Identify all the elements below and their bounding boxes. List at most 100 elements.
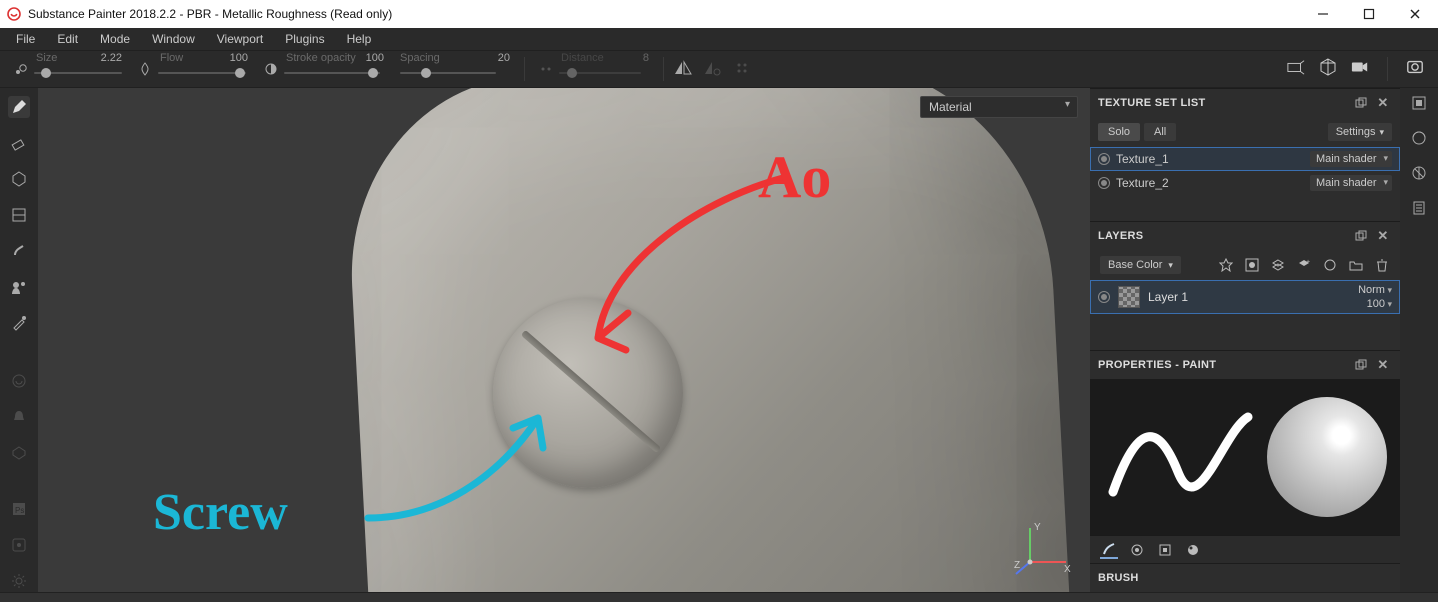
texture-set-solo-tab[interactable]: Solo xyxy=(1098,123,1140,141)
3d-viewport[interactable]: Ao Screw Material Y X Z xyxy=(38,88,1090,592)
stroke-opacity-slider[interactable] xyxy=(284,72,380,74)
size-control[interactable]: Size 2.22 xyxy=(8,51,128,87)
right-mini-rail xyxy=(1400,88,1438,592)
spacing-slider[interactable] xyxy=(400,72,496,74)
flow-icon xyxy=(138,62,152,76)
visibility-toggle-icon[interactable] xyxy=(1098,153,1110,165)
add-effect-button[interactable] xyxy=(1218,257,1234,273)
brush-panel: BRUSH xyxy=(1090,563,1400,592)
perspective-button[interactable] xyxy=(1287,58,1305,81)
spacing-control[interactable]: Spacing 20 xyxy=(394,51,516,87)
menu-viewport[interactable]: Viewport xyxy=(207,30,273,48)
panel-close-button[interactable]: ✕ xyxy=(1374,356,1392,374)
material-picker-tool-button[interactable] xyxy=(8,312,30,334)
svg-text:+: + xyxy=(1306,259,1310,266)
menu-mode[interactable]: Mode xyxy=(90,30,140,48)
visibility-toggle-icon[interactable] xyxy=(1098,177,1110,189)
menu-help[interactable]: Help xyxy=(337,30,382,48)
panel-close-button[interactable]: ✕ xyxy=(1374,94,1392,112)
flow-control[interactable]: Flow 100 xyxy=(132,51,254,87)
symmetry-radial-button[interactable] xyxy=(734,60,750,79)
layers-channel-dropdown[interactable]: Base Color▾ xyxy=(1100,256,1181,274)
clone-tool-button[interactable] xyxy=(8,276,30,298)
substance-source-icon[interactable] xyxy=(8,442,30,464)
texture-set-all-tab[interactable]: All xyxy=(1144,123,1176,141)
layer-row[interactable]: Layer 1 Norm 100 xyxy=(1090,280,1400,314)
history-log-button[interactable] xyxy=(1410,199,1428,222)
mesh-preview xyxy=(342,88,1075,592)
notifications-icon[interactable] xyxy=(8,406,30,428)
layer-name[interactable]: Layer 1 xyxy=(1148,290,1350,304)
texture-set-row[interactable]: Texture_2 Main shader xyxy=(1090,171,1400,195)
camera-button[interactable] xyxy=(1351,58,1369,81)
paint-tool-button[interactable] xyxy=(8,96,30,118)
texture-set-shader-dropdown[interactable]: Main shader xyxy=(1310,151,1392,167)
svg-text:Z: Z xyxy=(1014,560,1020,571)
window-close-button[interactable] xyxy=(1392,0,1438,28)
symmetry-x-button[interactable] xyxy=(674,60,692,79)
properties-tab-stencil[interactable] xyxy=(1156,541,1174,559)
stroke-opacity-value: 100 xyxy=(366,52,384,64)
smudge-tool-button[interactable] xyxy=(8,240,30,262)
shader-settings-button[interactable] xyxy=(1410,164,1428,187)
properties-tab-material[interactable] xyxy=(1184,541,1202,559)
rendering-mode-button[interactable] xyxy=(1319,58,1337,81)
spacing-label: Spacing xyxy=(400,52,440,64)
panel-close-button[interactable]: ✕ xyxy=(1374,227,1392,245)
texture-set-row[interactable]: Texture_1 Main shader xyxy=(1090,147,1400,171)
layer-thumbnail[interactable] xyxy=(1118,286,1140,308)
flow-value: 100 xyxy=(230,52,248,64)
add-mask-button[interactable] xyxy=(1244,257,1260,273)
stroke-opacity-control[interactable]: Stroke opacity 100 xyxy=(258,51,390,87)
size-slider[interactable] xyxy=(34,72,122,74)
window-minimize-button[interactable] xyxy=(1300,0,1346,28)
tool-rail: Ps xyxy=(0,88,38,592)
panel-undock-button[interactable] xyxy=(1352,94,1370,112)
texture-set-settings-dropdown[interactable]: Settings▾ xyxy=(1328,123,1392,141)
layer-opacity-dropdown[interactable]: 100 xyxy=(1367,298,1392,310)
layers-title: LAYERS xyxy=(1098,230,1348,242)
eraser-tool-button[interactable] xyxy=(8,132,30,154)
menu-edit[interactable]: Edit xyxy=(47,30,88,48)
substance-share-icon[interactable] xyxy=(8,370,30,392)
menu-file[interactable]: File xyxy=(6,30,45,48)
size-icon xyxy=(14,62,28,76)
texture-set-shader-dropdown[interactable]: Main shader xyxy=(1310,175,1392,191)
layer-visibility-toggle[interactable] xyxy=(1098,291,1110,303)
flow-slider[interactable] xyxy=(158,72,246,74)
panel-undock-button[interactable] xyxy=(1352,227,1370,245)
display-settings-button[interactable] xyxy=(1410,129,1428,152)
svg-text:Y: Y xyxy=(1034,522,1041,533)
texture-set-settings-button[interactable] xyxy=(1410,94,1428,117)
projection-tool-button[interactable] xyxy=(8,168,30,190)
window-maximize-button[interactable] xyxy=(1346,0,1392,28)
symmetry-settings-button[interactable] xyxy=(704,60,722,79)
material-sphere-preview xyxy=(1267,397,1387,517)
properties-tab-brush[interactable] xyxy=(1100,541,1118,559)
distance-control: Distance 8 xyxy=(533,51,655,87)
add-fill-layer-button[interactable]: + xyxy=(1296,257,1312,273)
delete-layer-button[interactable] xyxy=(1374,257,1390,273)
polygon-fill-tool-button[interactable] xyxy=(8,204,30,226)
distance-value: 8 xyxy=(643,52,649,64)
properties-tab-alpha[interactable] xyxy=(1128,541,1146,559)
settings-gear-icon[interactable] xyxy=(8,570,30,592)
iray-render-button[interactable] xyxy=(1406,58,1424,81)
add-layer-button[interactable] xyxy=(1270,257,1286,273)
menu-window[interactable]: Window xyxy=(142,30,205,48)
toolbar-separator xyxy=(524,57,525,81)
right-panel-stack: TEXTURE SET LIST ✕ Solo All Settings▾ Te… xyxy=(1090,88,1400,592)
menu-plugins[interactable]: Plugins xyxy=(275,30,334,48)
window-title: Substance Painter 2018.2.2 - PBR - Metal… xyxy=(28,7,1300,21)
add-folder-button[interactable] xyxy=(1348,257,1364,273)
panel-undock-button[interactable] xyxy=(1352,356,1370,374)
distance-label: Distance xyxy=(561,52,604,64)
viewport-material-dropdown[interactable]: Material xyxy=(920,96,1078,118)
flow-label: Flow xyxy=(160,52,183,64)
send-to-photoshop-icon[interactable]: Ps xyxy=(8,498,30,520)
layer-blend-mode-dropdown[interactable]: Norm xyxy=(1358,284,1392,296)
axis-gizmo[interactable]: Y X Z xyxy=(1014,518,1074,578)
texture-set-list-panel: TEXTURE SET LIST ✕ Solo All Settings▾ Te… xyxy=(1090,88,1400,221)
add-smart-material-button[interactable] xyxy=(1322,257,1338,273)
resources-updater-icon[interactable] xyxy=(8,534,30,556)
